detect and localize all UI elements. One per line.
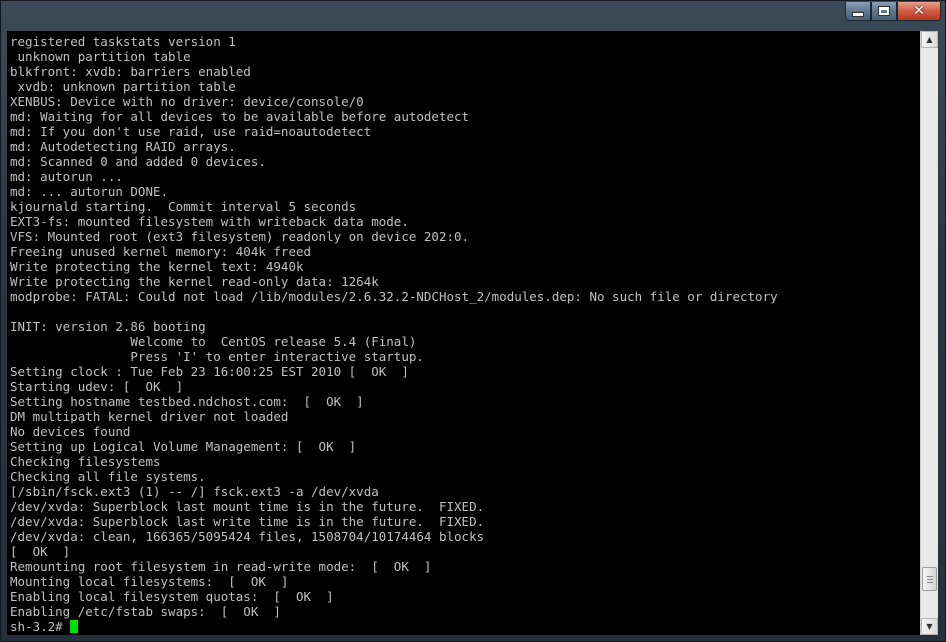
- console-line: modprobe: FATAL: Could not load /lib/mod…: [10, 289, 778, 304]
- console-line: Write protecting the kernel text: 4940k: [10, 259, 304, 274]
- console-line: [ OK ]: [10, 544, 71, 559]
- console-line: registered taskstats version 1: [10, 34, 236, 49]
- grip-line: [927, 576, 933, 577]
- console-line: xvdb: unknown partition table: [10, 79, 236, 94]
- scroll-down-button[interactable]: ▼: [921, 618, 938, 635]
- console-line: Mounting local filesystems: [ OK ]: [10, 574, 289, 589]
- console-line: DM multipath kernel driver not loaded: [10, 409, 289, 424]
- grip-line: [927, 579, 933, 580]
- console-line: Setting up Logical Volume Management: [ …: [10, 439, 357, 454]
- console-line: Checking filesystems: [10, 454, 161, 469]
- arrow-up-icon: ▲: [926, 35, 933, 44]
- scroll-thumb[interactable]: [922, 567, 937, 591]
- console-line: /dev/xvda: Superblock last mount time is…: [10, 499, 485, 514]
- vertical-scrollbar[interactable]: ▲ ▼: [920, 31, 938, 635]
- title-bar[interactable]: ✕: [1, 1, 946, 29]
- console-line: Press 'I' to enter interactive startup.: [10, 349, 424, 364]
- console-text: registered taskstats version 1 unknown p…: [10, 34, 778, 634]
- console-line: Checking all file systems.: [10, 469, 206, 484]
- console-line: INIT: version 2.86 booting: [10, 319, 206, 334]
- console-line: md: Scanned 0 and added 0 devices.: [10, 154, 266, 169]
- console-line: blkfront: xvdb: barriers enabled: [10, 64, 251, 79]
- console-line: Welcome to CentOS release 5.4 (Final): [10, 334, 417, 349]
- console-line: EXT3-fs: mounted filesystem with writeba…: [10, 214, 409, 229]
- console-line: kjournald starting. Commit interval 5 se…: [10, 199, 357, 214]
- minimize-icon: [853, 12, 863, 16]
- console-line: unknown partition table: [10, 49, 191, 64]
- console-line: Remounting root filesystem in read-write…: [10, 559, 432, 574]
- console-line: md: ... autorun DONE.: [10, 184, 169, 199]
- console-line: md: autorun ...: [10, 169, 123, 184]
- console-output[interactable]: registered taskstats version 1 unknown p…: [7, 31, 920, 635]
- text-cursor: [70, 620, 79, 633]
- console-line: [/sbin/fsck.ext3 (1) -- /] fsck.ext3 -a …: [10, 484, 379, 499]
- window-controls: ✕: [845, 2, 941, 22]
- shell-prompt-line[interactable]: sh-3.2#: [10, 619, 778, 634]
- console-line: No devices found: [10, 424, 131, 439]
- close-button[interactable]: ✕: [897, 2, 941, 21]
- console-line: md: If you don't use raid, use raid=noau…: [10, 124, 372, 139]
- console-line: /dev/xvda: clean, 166365/5095424 files, …: [10, 529, 485, 544]
- console-line: Setting hostname testbed.ndchost.com: [ …: [10, 394, 364, 409]
- console-line: XENBUS: Device with no driver: device/co…: [10, 94, 364, 109]
- console-line: Freeing unused kernel memory: 404k freed: [10, 244, 312, 259]
- console-line: Enabling /etc/fstab swaps: [ OK ]: [10, 604, 281, 619]
- shell-prompt: sh-3.2#: [10, 619, 71, 634]
- maximize-button[interactable]: [871, 2, 897, 21]
- console-line: Write protecting the kernel read-only da…: [10, 274, 379, 289]
- console-line: Setting clock : Tue Feb 23 16:00:25 EST …: [10, 364, 409, 379]
- console-line: Starting udev: [ OK ]: [10, 379, 184, 394]
- grip-line: [927, 582, 933, 583]
- console-line: VFS: Mounted root (ext3 filesystem) read…: [10, 229, 470, 244]
- minimize-button[interactable]: [845, 2, 871, 21]
- console-window: ✕ registered taskstats version 1 unknown…: [0, 0, 946, 642]
- close-icon: ✕: [913, 3, 925, 19]
- console-line: /dev/xvda: Superblock last write time is…: [10, 514, 485, 529]
- maximize-icon: [879, 7, 889, 15]
- scroll-up-button[interactable]: ▲: [921, 31, 938, 48]
- arrow-down-icon: ▼: [926, 622, 933, 631]
- console-line: Enabling local filesystem quotas: [ OK ]: [10, 589, 334, 604]
- console-line: md: Autodetecting RAID arrays.: [10, 139, 236, 154]
- console-line: md: Waiting for all devices to be availa…: [10, 109, 470, 124]
